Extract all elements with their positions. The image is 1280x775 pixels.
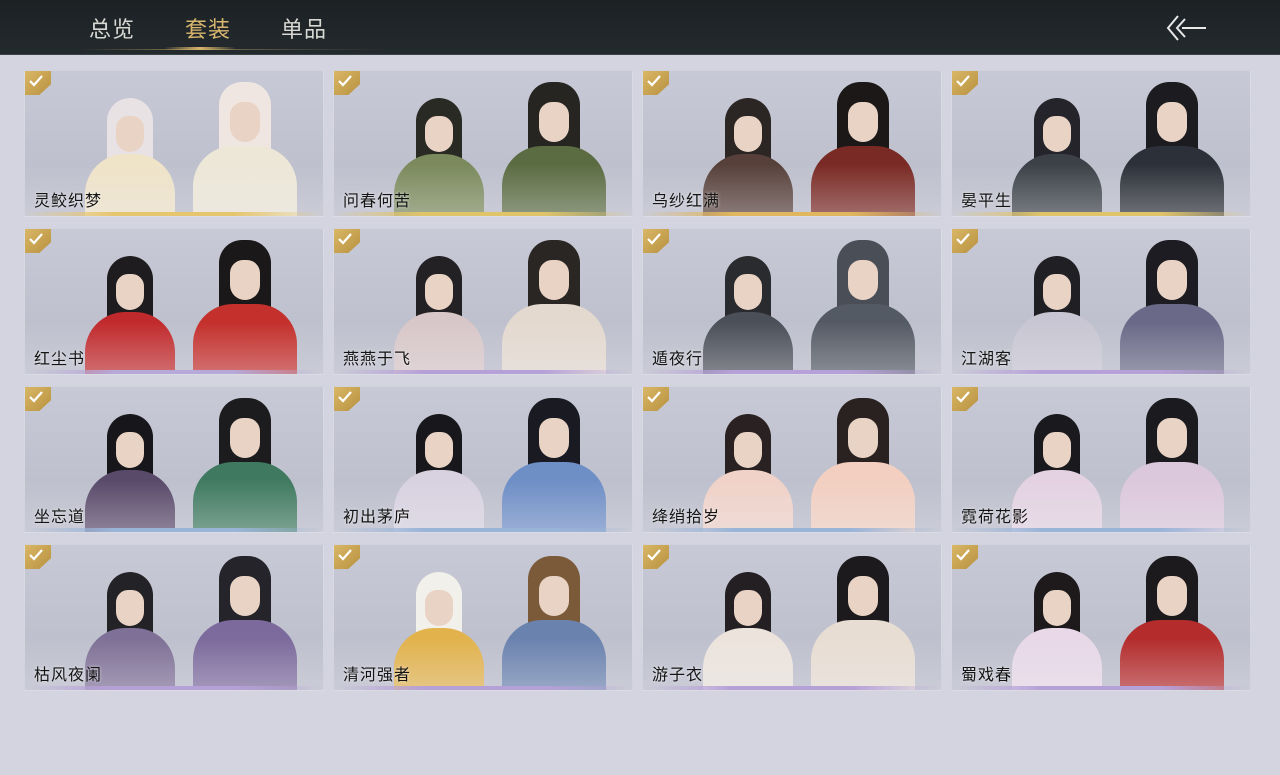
top-nav-bar: 总览 套装 单品 xyxy=(0,0,1280,55)
tab-overview[interactable]: 总览 xyxy=(64,0,160,55)
outfit-name: 问春何苦 xyxy=(343,191,412,210)
outfit-card[interactable]: 霓荷花影 xyxy=(951,386,1251,533)
outfit-name: 乌纱红满 xyxy=(652,191,721,210)
owned-badge xyxy=(25,71,51,95)
owned-badge xyxy=(643,387,669,411)
owned-badge xyxy=(25,387,51,411)
card-rarity-strip xyxy=(643,212,941,216)
card-rarity-strip xyxy=(334,212,632,216)
checkmark-icon xyxy=(29,391,43,403)
outfit-name: 蜀戏春 xyxy=(961,665,1013,684)
outfit-card[interactable]: 坐忘道 xyxy=(24,386,324,533)
card-rarity-strip xyxy=(25,686,323,690)
owned-badge xyxy=(334,387,360,411)
card-rarity-strip xyxy=(334,528,632,532)
outfit-name: 红尘书 xyxy=(34,349,86,368)
outfit-name: 游子衣 xyxy=(652,665,704,684)
checkmark-icon xyxy=(647,549,661,561)
active-tab-indicator xyxy=(164,47,236,50)
owned-badge xyxy=(952,387,978,411)
checkmark-icon xyxy=(647,233,661,245)
checkmark-icon xyxy=(338,549,352,561)
card-rarity-strip xyxy=(952,686,1250,690)
outfit-name: 绛绡拾岁 xyxy=(652,507,721,526)
card-rarity-strip xyxy=(643,686,941,690)
owned-badge xyxy=(25,545,51,569)
card-rarity-strip xyxy=(952,212,1250,216)
outfit-name: 枯风夜阑 xyxy=(34,665,103,684)
owned-badge xyxy=(643,545,669,569)
outfit-grid: 灵鲛织梦 问春何苦 乌纱红满 晏平生 红尘书 燕燕于飞 遁夜行 江湖客 坐忘道 … xyxy=(24,70,1251,691)
outfit-card[interactable]: 乌纱红满 xyxy=(642,70,942,217)
checkmark-icon xyxy=(647,75,661,87)
owned-badge xyxy=(334,229,360,253)
checkmark-icon xyxy=(29,75,43,87)
outfit-name: 燕燕于飞 xyxy=(343,349,412,368)
outfit-card[interactable]: 蜀戏春 xyxy=(951,544,1251,691)
owned-badge xyxy=(643,71,669,95)
outfit-name: 清河强者 xyxy=(343,665,412,684)
outfit-card[interactable]: 燕燕于飞 xyxy=(333,228,633,375)
checkmark-icon xyxy=(29,233,43,245)
owned-badge xyxy=(952,71,978,95)
owned-badge xyxy=(952,545,978,569)
outfit-name: 坐忘道 xyxy=(34,507,86,526)
checkmark-icon xyxy=(956,549,970,561)
owned-badge xyxy=(334,545,360,569)
checkmark-icon xyxy=(956,75,970,87)
outfit-card[interactable]: 枯风夜阑 xyxy=(24,544,324,691)
outfit-name: 灵鲛织梦 xyxy=(34,191,103,210)
card-rarity-strip xyxy=(25,212,323,216)
owned-badge xyxy=(25,229,51,253)
outfit-card[interactable]: 问春何苦 xyxy=(333,70,633,217)
owned-badge xyxy=(952,229,978,253)
outfit-card[interactable]: 红尘书 xyxy=(24,228,324,375)
card-rarity-strip xyxy=(334,370,632,374)
outfit-card[interactable]: 江湖客 xyxy=(951,228,1251,375)
outfit-card[interactable]: 绛绡拾岁 xyxy=(642,386,942,533)
outfit-name: 晏平生 xyxy=(961,191,1013,210)
card-rarity-strip xyxy=(952,370,1250,374)
owned-badge xyxy=(643,229,669,253)
tab-single-items[interactable]: 单品 xyxy=(256,0,352,55)
card-rarity-strip xyxy=(643,370,941,374)
card-rarity-strip xyxy=(25,370,323,374)
checkmark-icon xyxy=(338,391,352,403)
back-button[interactable] xyxy=(1162,14,1210,42)
checkmark-icon xyxy=(956,391,970,403)
outfit-name: 霓荷花影 xyxy=(961,507,1030,526)
checkmark-icon xyxy=(956,233,970,245)
outfit-card[interactable]: 清河强者 xyxy=(333,544,633,691)
checkmark-icon xyxy=(338,75,352,87)
outfit-name: 遁夜行 xyxy=(652,349,704,368)
card-rarity-strip xyxy=(952,528,1250,532)
outfit-name: 江湖客 xyxy=(961,349,1013,368)
back-arrow-icon xyxy=(1166,15,1206,41)
outfit-name: 初出茅庐 xyxy=(343,507,412,526)
outfit-card[interactable]: 游子衣 xyxy=(642,544,942,691)
card-rarity-strip xyxy=(643,528,941,532)
outfit-card[interactable]: 晏平生 xyxy=(951,70,1251,217)
outfit-card[interactable]: 灵鲛织梦 xyxy=(24,70,324,217)
checkmark-icon xyxy=(338,233,352,245)
checkmark-icon xyxy=(29,549,43,561)
outfit-card[interactable]: 初出茅庐 xyxy=(333,386,633,533)
card-rarity-strip xyxy=(25,528,323,532)
owned-badge xyxy=(334,71,360,95)
outfit-card[interactable]: 遁夜行 xyxy=(642,228,942,375)
checkmark-icon xyxy=(647,391,661,403)
card-rarity-strip xyxy=(334,686,632,690)
